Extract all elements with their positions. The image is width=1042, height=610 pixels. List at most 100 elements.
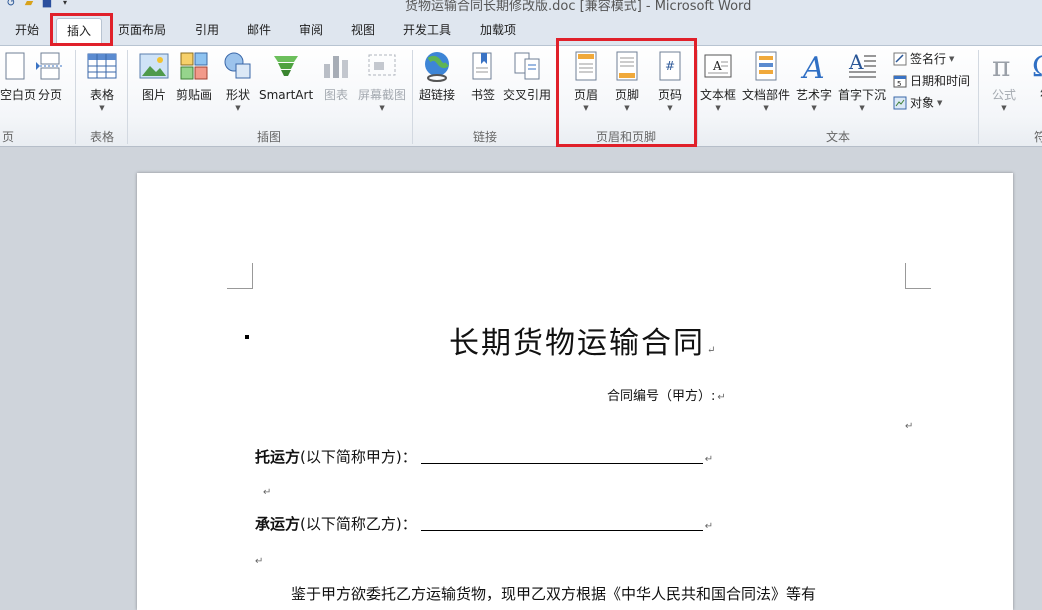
text-box-icon: A [704, 54, 732, 78]
header-footer-highlight [556, 38, 697, 147]
shipper-line[interactable]: 托运方(以下简称甲方)： ↵ [255, 446, 713, 467]
carrier-line[interactable]: 承运方(以下简称乙方)： ↵ [255, 513, 713, 534]
signature-line-button[interactable]: 签名行 ▼ [893, 50, 954, 67]
svg-text:A: A [712, 59, 722, 73]
clip-art-button[interactable]: 剪贴画 [176, 50, 212, 102]
contract-number-line[interactable]: 合同编号（甲方）: ↵ [607, 385, 726, 404]
smartart-icon [274, 56, 299, 76]
crop-mark-top-left [227, 263, 253, 289]
smartart-button[interactable]: SmartArt [259, 50, 313, 102]
dropdown-arrow-icon: ▼ [859, 104, 865, 112]
open-folder-icon[interactable]: ▰ [22, 0, 36, 10]
dropdown-arrow-icon: ▼ [1001, 104, 1007, 112]
svg-text:5: 5 [897, 80, 901, 88]
page-break-icon [36, 52, 64, 80]
crop-mark-top-right [905, 263, 931, 289]
tab-mailings[interactable]: 邮件 [247, 20, 271, 46]
table-button[interactable]: 表格 ▼ [86, 50, 118, 113]
save-icon[interactable]: ■ [40, 0, 54, 10]
group-separator [978, 50, 979, 144]
group-separator [127, 50, 128, 144]
equation-button[interactable]: π 公式 ▼ [988, 50, 1020, 113]
ribbon-tabs: 开始 插入 页面布局 引用 邮件 审阅 视图 开发工具 加载项 [0, 14, 1042, 46]
shipper-blank-field[interactable] [420, 450, 703, 464]
document-title[interactable]: 长期货物运输合同 ↵ [449, 318, 717, 362]
dropdown-arrow-icon: ▼ [235, 104, 241, 112]
dropdown-arrow-icon: ▼ [949, 54, 955, 63]
carrier-blank-field[interactable] [420, 517, 703, 531]
svg-text:Ω: Ω [1032, 50, 1042, 82]
shapes-button[interactable]: 形状 ▼ [222, 50, 254, 113]
shapes-icon [224, 52, 251, 79]
date-time-button[interactable]: 5 日期和时间 [893, 72, 970, 89]
cross-reference-button[interactable]: 交叉引用 [503, 50, 551, 102]
dropdown-arrow-icon: ▼ [99, 104, 105, 112]
paragraph-mark: ↵ [255, 556, 264, 567]
text-group-label: 文本 [826, 130, 851, 144]
screenshot-icon [368, 54, 396, 76]
chart-icon [324, 56, 348, 78]
page-break-button[interactable]: 分页 [34, 50, 66, 102]
insert-tab-highlight [50, 13, 113, 46]
tab-developer[interactable]: 开发工具 [403, 20, 451, 46]
group-separator [75, 50, 76, 144]
dropdown-arrow-icon: ▼ [811, 104, 817, 112]
group-separator [697, 50, 698, 144]
paragraph-mark: ↵ [905, 421, 914, 432]
screenshot-button[interactable]: 屏幕截图 ▼ [358, 50, 406, 113]
hyperlink-icon [425, 52, 449, 82]
text-box-button[interactable]: A 文本框 ▼ [700, 50, 736, 113]
svg-text:A: A [800, 51, 825, 82]
pages-group-label: 页 [2, 130, 15, 144]
svg-text:A: A [848, 50, 864, 74]
undo-icon[interactable]: ↺ [4, 0, 18, 10]
paragraph-mark: ↵ [263, 487, 272, 498]
svg-text:π: π [992, 50, 1010, 82]
picture-button[interactable]: 图片 [138, 50, 170, 102]
table-icon [87, 53, 117, 79]
tables-group-label: 表格 [90, 130, 115, 144]
tab-home[interactable]: 开始 [15, 20, 39, 46]
quick-parts-button[interactable]: 文档部件 ▼ [742, 50, 790, 113]
dropdown-arrow-icon: ▼ [379, 104, 385, 112]
picture-icon [139, 53, 169, 79]
cross-reference-icon [514, 52, 540, 80]
symbol-button[interactable]: Ω 符 [1030, 50, 1042, 102]
object-button[interactable]: 对象 ▼ [893, 94, 942, 111]
blank-page-button[interactable]: 空白页 [0, 50, 36, 102]
tab-add-ins[interactable]: 加载项 [480, 20, 516, 46]
body-paragraph[interactable]: 鉴于甲方欲委托乙方运输货物，现甲乙双方根据《中华人民共和国合同法》等有 [291, 583, 816, 604]
tab-review[interactable]: 审阅 [299, 20, 323, 46]
tab-references[interactable]: 引用 [195, 20, 219, 46]
document-page[interactable]: 长期货物运输合同 ↵ 合同编号（甲方）: ↵ ↵ 托运方(以下简称甲方)： ↵ ↵ 承… [137, 173, 1013, 610]
drop-cap-button[interactable]: A 首字下沉 ▼ [838, 50, 886, 113]
ribbon-insert: 空白页 分页 页 表格 ▼ 表格 图片 剪贴画 形状 ▼ SmartArt 图表… [0, 45, 1042, 147]
paragraph-mark: ↵ [704, 454, 714, 465]
tab-view[interactable]: 视图 [351, 20, 375, 46]
customize-qat-icon[interactable]: ▾ [58, 0, 72, 10]
title-bar: ↺ ▰ ■ ▾ 货物运输合同长期修改版.doc [兼容模式] - Microso… [0, 0, 1042, 14]
symbols-group-label: 符 [1034, 130, 1042, 144]
paragraph-mark: ↵ [717, 392, 726, 403]
wordart-button[interactable]: A 艺术字 ▼ [796, 50, 832, 113]
bookmark-button[interactable]: 书签 [467, 50, 499, 102]
omega-icon: Ω [1032, 50, 1042, 82]
quick-access-toolbar: ↺ ▰ ■ ▾ [4, 0, 72, 10]
bookmark-icon [472, 52, 492, 80]
pi-icon: π [992, 50, 1010, 82]
tab-page-layout[interactable]: 页面布局 [118, 20, 166, 46]
hyperlink-button[interactable]: 超链接 [419, 50, 455, 102]
paragraph-mark: ↵ [707, 345, 718, 356]
calendar-icon: 5 [893, 75, 907, 88]
links-group-label: 链接 [473, 130, 498, 144]
drop-cap-icon: A [848, 50, 876, 78]
clip-art-icon [180, 52, 208, 80]
group-separator [412, 50, 413, 144]
dropdown-arrow-icon: ▼ [715, 104, 721, 112]
blank-page-icon [5, 52, 25, 80]
illustrations-group-label: 插图 [257, 130, 282, 144]
window-title: 货物运输合同长期修改版.doc [兼容模式] - Microsoft Word [405, 0, 752, 14]
paragraph-mark: ↵ [704, 521, 714, 532]
chart-button[interactable]: 图表 [320, 50, 352, 102]
dropdown-arrow-icon: ▼ [937, 98, 943, 107]
